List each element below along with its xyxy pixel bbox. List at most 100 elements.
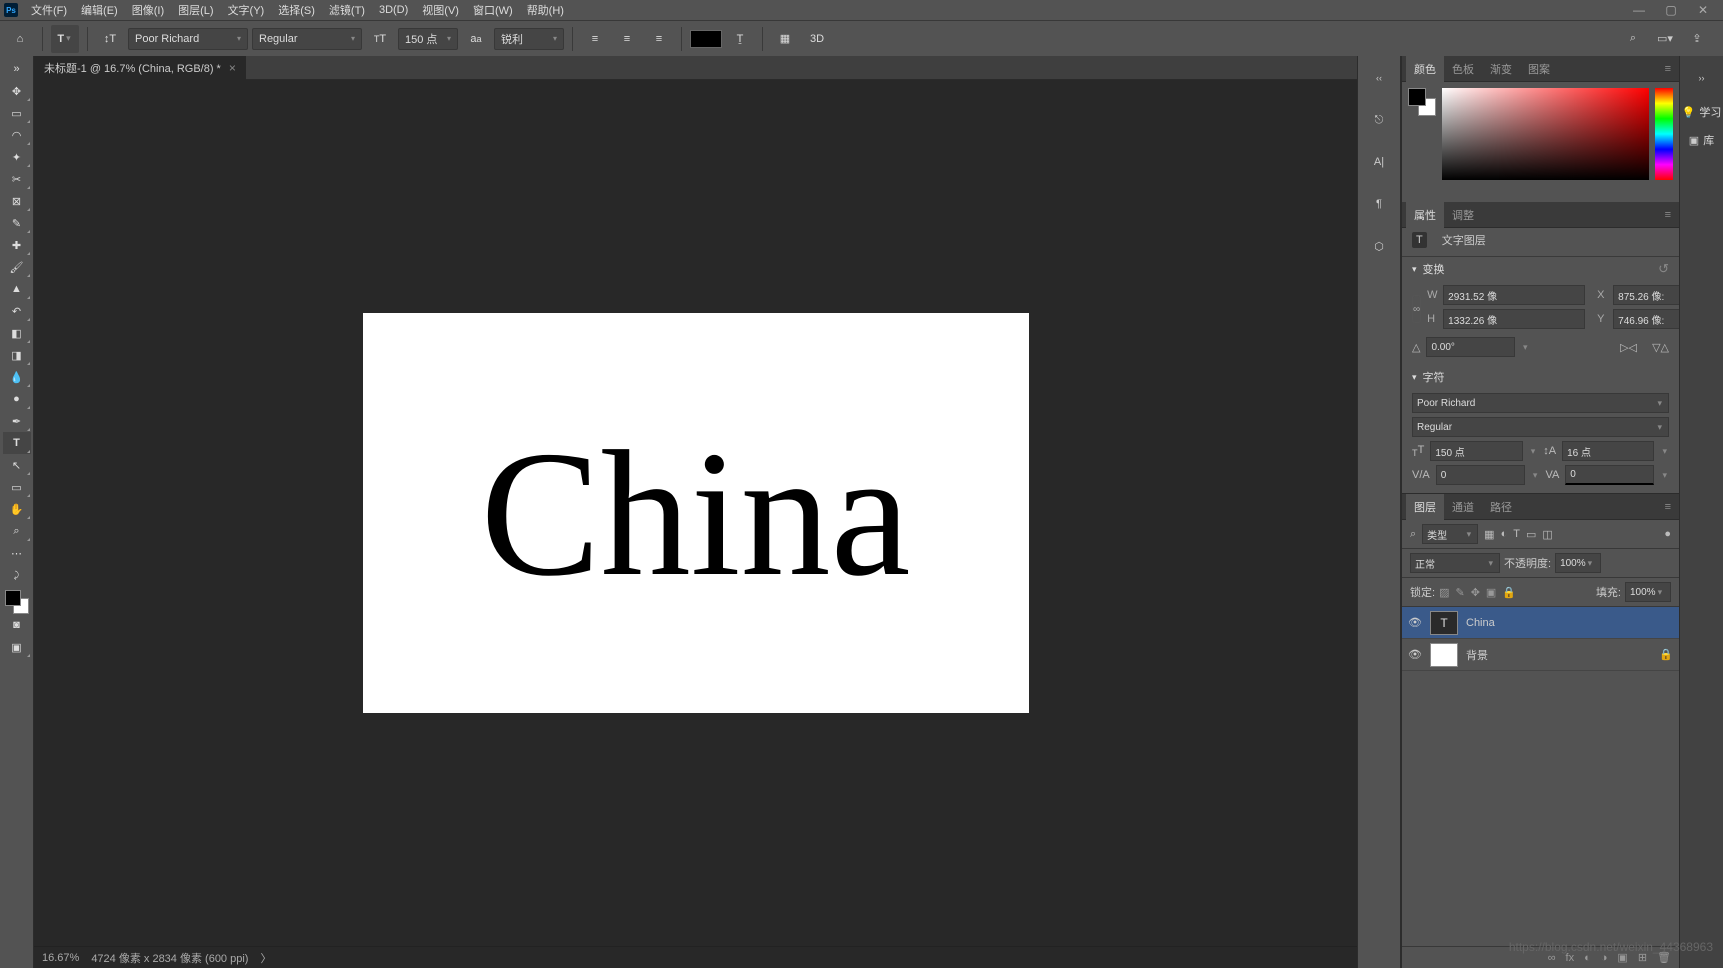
text-tool[interactable]: T [3,432,31,454]
tab-paths[interactable]: 路径 [1482,494,1520,520]
maximize-button[interactable]: ▢ [1655,1,1687,19]
screenmode-tool[interactable]: ▣ [3,636,31,658]
canvas-viewport[interactable]: China [34,80,1357,946]
prop-style-select[interactable]: Regular▾ [1412,417,1669,437]
fill-input[interactable]: 100%▾ [1625,582,1671,602]
layers-panel-menu-icon[interactable]: ≡ [1661,501,1675,513]
hand-tool[interactable]: ✋ [3,498,31,520]
align-left-button[interactable]: ≡ [581,25,609,53]
healing-tool[interactable]: ✚ [3,234,31,256]
color-field[interactable] [1442,88,1649,180]
filter-shape-icon[interactable]: ▭ [1526,528,1536,541]
workspace-icon[interactable]: ▭▾ [1653,27,1677,51]
swap-colors-icon[interactable]: ⤸ [3,564,31,586]
zoom-tool[interactable]: ⌕ [3,520,31,542]
height-input[interactable] [1443,309,1585,329]
3d-dock-icon[interactable]: ⬡ [1365,232,1393,260]
menu-type[interactable]: 文字(Y) [221,2,272,18]
font-style-select[interactable]: Regular▾ [252,28,362,50]
tab-gradients[interactable]: 渐变 [1482,56,1520,82]
lasso-tool[interactable]: ◠ [3,124,31,146]
move-tool[interactable]: ✥ [3,80,31,102]
tab-properties[interactable]: 属性 [1406,202,1444,228]
dodge-tool[interactable]: ● [3,388,31,410]
learn-button[interactable]: 💡 学习 [1682,104,1722,120]
filter-toggle[interactable]: ● [1664,528,1671,540]
filter-pixel-icon[interactable]: ▦ [1484,528,1494,541]
prop-font-select[interactable]: Poor Richard▾ [1412,393,1669,413]
align-center-button[interactable]: ≡ [613,25,641,53]
layer-thumb-text[interactable]: T [1430,611,1458,635]
menu-help[interactable]: 帮助(H) [520,2,571,18]
text-orientation-button[interactable]: ↕T [96,25,124,53]
history-dock-icon[interactable]: ⎋ [1365,106,1393,134]
y-input[interactable] [1613,309,1679,329]
menu-3d[interactable]: 3D(D) [372,4,415,16]
quick-select-tool[interactable]: ✦ [3,146,31,168]
tab-color[interactable]: 颜色 [1406,56,1444,82]
search-icon[interactable]: ⌕ [1621,27,1645,51]
expand-tools-icon[interactable]: » [3,58,31,80]
hue-strip[interactable] [1655,88,1673,180]
filter-adjust-icon[interactable]: ◐ [1501,528,1508,540]
eyedropper-tool[interactable]: ✎ [3,212,31,234]
eraser-tool[interactable]: ◧ [3,322,31,344]
properties-panel-menu-icon[interactable]: ≡ [1661,209,1675,221]
menu-view[interactable]: 视图(V) [415,2,466,18]
history-brush-tool[interactable]: ↶ [3,300,31,322]
antialias-select[interactable]: 锐利▾ [494,28,564,50]
blur-tool[interactable]: 💧 [3,366,31,388]
flip-h-icon[interactable]: ▷◁ [1620,341,1637,354]
reset-transform-icon[interactable]: ↺ [1658,261,1669,277]
opacity-input[interactable]: 100%▾ [1555,553,1601,573]
prop-va-input[interactable] [1436,465,1525,485]
prop-leading-input[interactable] [1562,441,1654,461]
close-button[interactable]: ✕ [1687,1,1719,19]
color-panel-menu-icon[interactable]: ≡ [1661,63,1675,75]
tab-layers[interactable]: 图层 [1406,494,1444,520]
tab-patterns[interactable]: 图案 [1520,56,1558,82]
angle-input[interactable] [1426,337,1515,357]
lock-transparency-icon[interactable]: ▨ [1439,586,1449,599]
panel-color-swatches[interactable] [1408,88,1436,116]
layer-thumb-bg[interactable] [1430,643,1458,667]
x-input[interactable] [1613,285,1679,305]
library-button[interactable]: ▣ 库 [1689,132,1714,148]
character-panel-button[interactable]: ▦ [771,25,799,53]
color-swatches[interactable] [5,590,29,614]
filter-text-icon[interactable]: T [1513,528,1520,540]
link-wh-icon[interactable]: ∞ [1412,295,1421,323]
lock-artboard-icon[interactable]: ▣ [1486,586,1496,599]
layer-name[interactable]: 背景 [1466,647,1488,663]
lock-position-icon[interactable]: ✥ [1471,586,1480,599]
tab-close-icon[interactable]: × [229,61,236,75]
character-dock-icon[interactable]: A| [1365,148,1393,176]
text-tool-indicator[interactable]: T▾ [51,25,79,53]
tab-swatches[interactable]: 色板 [1444,56,1482,82]
lock-pixels-icon[interactable]: ✎ [1455,586,1464,599]
menu-select[interactable]: 选择(S) [271,2,322,18]
stamp-tool[interactable]: ▲ [3,278,31,300]
warp-text-button[interactable]: Ṯ [726,25,754,53]
pen-tool[interactable]: ✒ [3,410,31,432]
doc-dimensions[interactable]: 4724 像素 x 2834 像素 (600 ppi) [91,950,248,966]
quickmask-tool[interactable]: ◙ [3,614,31,636]
visibility-icon[interactable]: 👁 [1408,616,1422,629]
foreground-color[interactable] [5,590,21,606]
character-section[interactable]: ▾字符 [1402,365,1679,389]
flip-v-icon[interactable]: ▽△ [1652,341,1669,354]
menu-window[interactable]: 窗口(W) [466,2,520,18]
zoom-level[interactable]: 16.67% [42,952,79,964]
3d-button[interactable]: 3D [803,25,831,53]
marquee-tool[interactable]: ▭ [3,102,31,124]
crop-tool[interactable]: ✂ [3,168,31,190]
menu-file[interactable]: 文件(F) [24,2,74,18]
paragraph-dock-icon[interactable]: ¶ [1365,190,1393,218]
menu-edit[interactable]: 编辑(E) [74,2,125,18]
collapse-dock-icon[interactable]: ‹‹ [1365,64,1393,92]
share-icon[interactable]: ⇪ [1685,27,1709,51]
tab-channels[interactable]: 通道 [1444,494,1482,520]
minimize-button[interactable]: — [1623,1,1655,19]
filter-type-select[interactable]: 类型▾ [1422,524,1478,544]
menu-filter[interactable]: 滤镜(T) [322,2,372,18]
